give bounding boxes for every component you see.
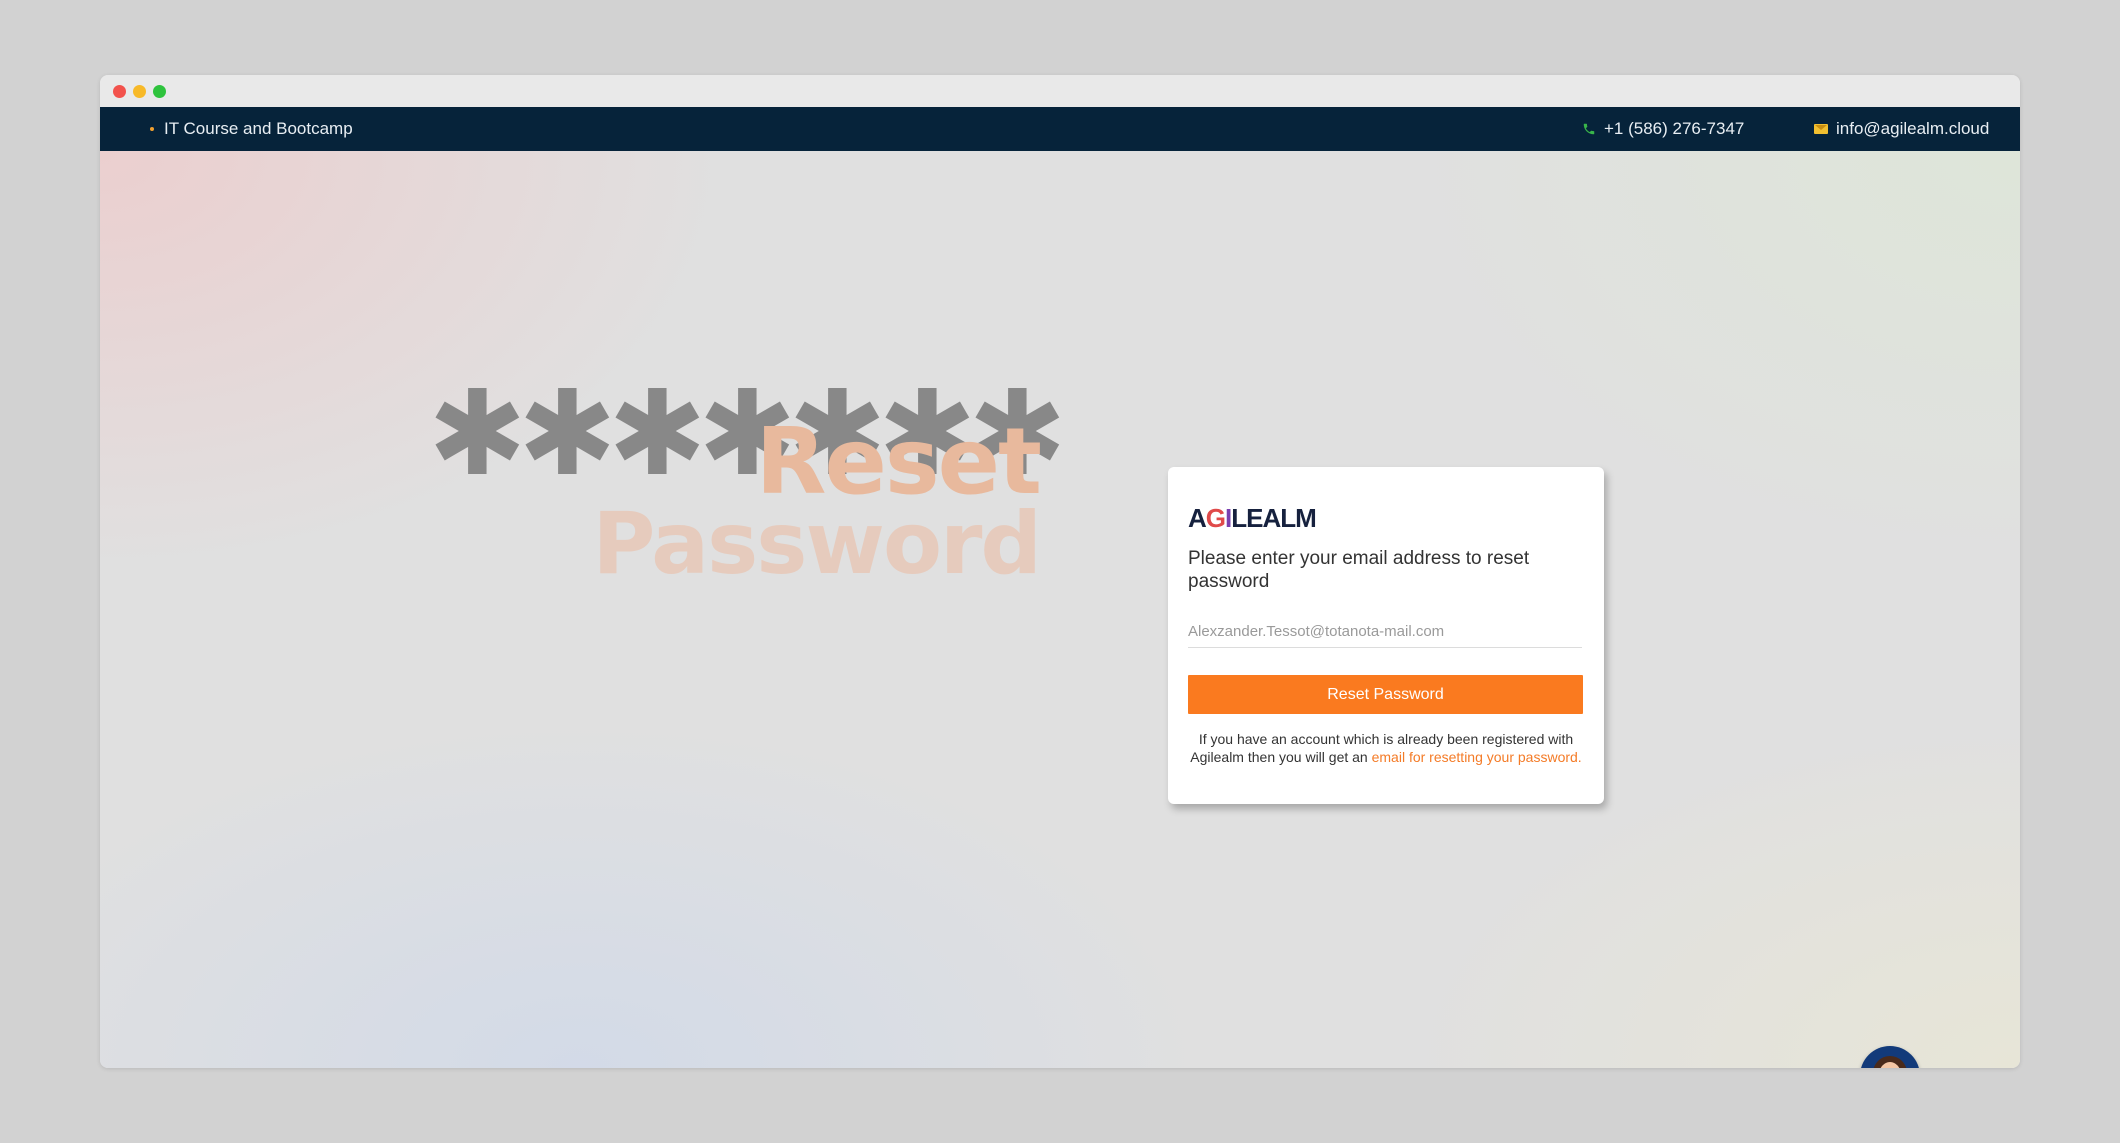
phone-icon: [1583, 123, 1595, 135]
top-info-bar: IT Course and Bootcamp +1 (586) 276-7347…: [100, 107, 2020, 151]
maximize-window-button[interactable]: [153, 85, 166, 98]
reset-note-link[interactable]: email for resetting your password.: [1372, 749, 1582, 765]
minimize-window-button[interactable]: [133, 85, 146, 98]
tagline-text: IT Course and Bootcamp: [164, 119, 353, 138]
agilealm-logo[interactable]: A G I LEALM: [1188, 503, 1317, 534]
email-address: info@agilealm.cloud: [1836, 119, 1990, 138]
asterisk-icon: ✱: [608, 364, 707, 502]
hero-title-password: Password: [592, 494, 1042, 594]
phone-contact[interactable]: +1 (586) 276-7347: [1582, 107, 1744, 151]
browser-window: IT Course and Bootcamp +1 (586) 276-7347…: [100, 75, 2020, 1068]
phone-number: +1 (586) 276-7347: [1604, 119, 1745, 138]
asterisk-icon: ✱: [428, 364, 527, 502]
mail-icon: [1814, 124, 1828, 134]
window-titlebar: [100, 75, 2020, 107]
asterisk-icon: ✱: [518, 364, 617, 502]
page-content: ✱ ✱ ✱ ✱ ✱ ✱ ✱ Reset Password A G I LEALM Pl…: [100, 151, 2020, 1068]
email-contact[interactable]: info@agilealm.cloud: [1814, 107, 1989, 151]
logo-letter: G: [1205, 503, 1226, 533]
logo-letter: A: [1188, 503, 1207, 533]
reset-password-card: A G I LEALM Please enter your email address…: [1168, 467, 1604, 804]
reset-instructions: Please enter your email address to reset…: [1188, 548, 1530, 592]
close-window-button[interactable]: [113, 85, 126, 98]
email-input[interactable]: [1188, 615, 1582, 648]
reset-note: If you have an account which is already …: [1188, 730, 1584, 766]
tagline: IT Course and Bootcamp: [150, 107, 353, 151]
reset-password-button[interactable]: Reset Password: [1188, 675, 1583, 714]
logo-letter: LEALM: [1231, 503, 1317, 533]
bullet-icon: [150, 127, 154, 131]
chat-support-avatar[interactable]: [1860, 1046, 1920, 1068]
